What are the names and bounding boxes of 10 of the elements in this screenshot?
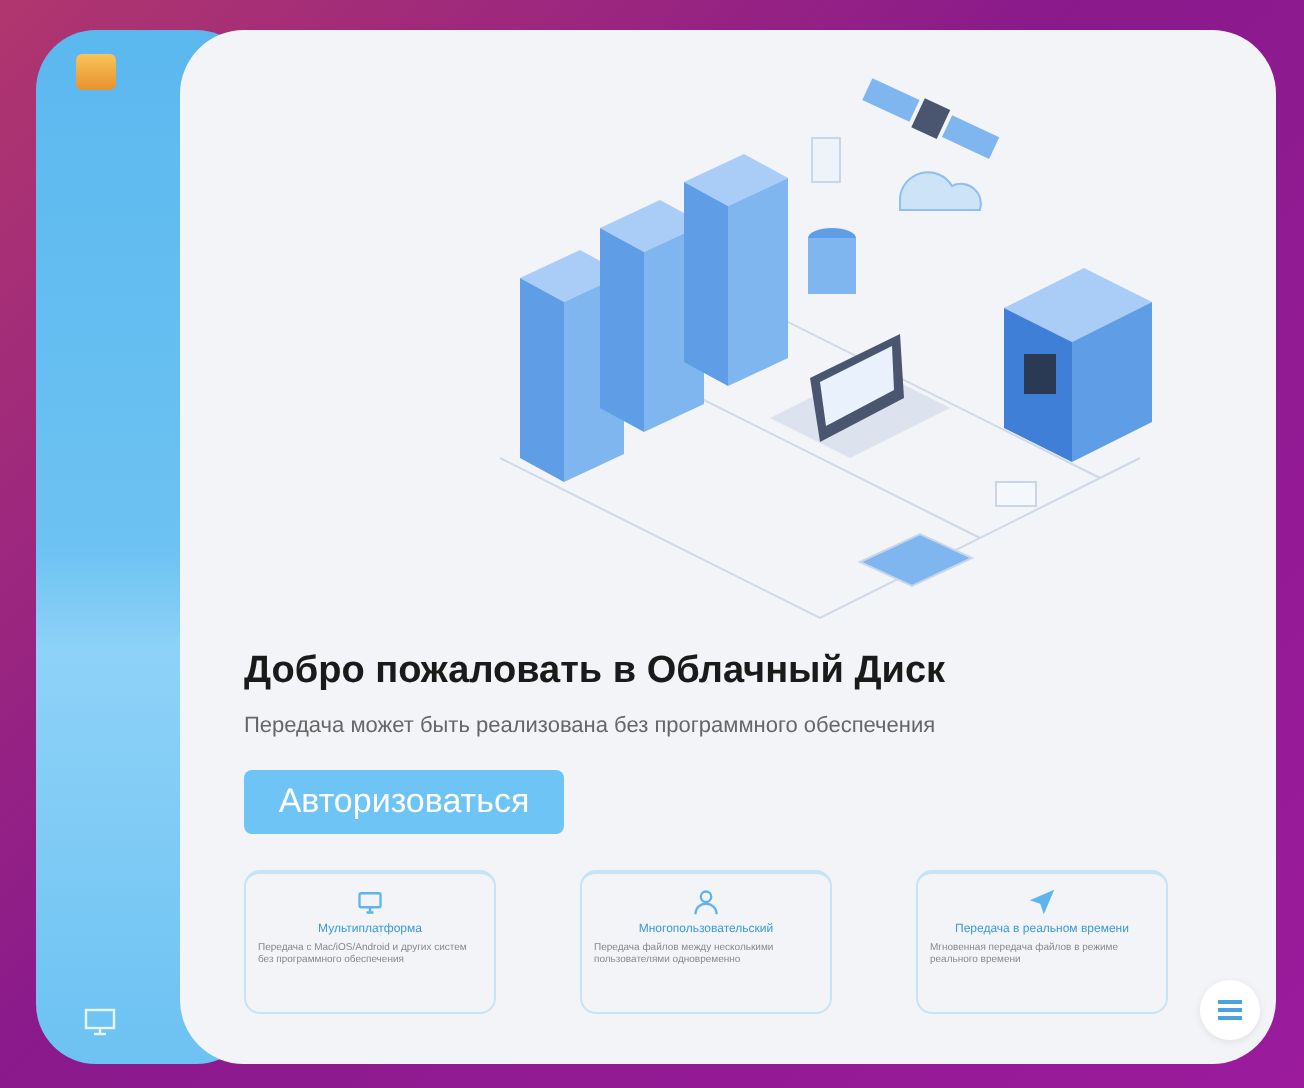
menu-icon xyxy=(1216,998,1244,1022)
user-icon xyxy=(692,888,720,916)
monitor-icon[interactable] xyxy=(84,1008,116,1036)
folder-icon[interactable] xyxy=(76,54,116,90)
devices-icon xyxy=(356,888,384,916)
welcome-heading: Добро пожаловать в Облачный Диск xyxy=(244,650,948,694)
welcome-subtitle: Передача может быть реализована без программного обеспечения xyxy=(244,714,938,738)
login-button[interactable]: Авторизоваться xyxy=(244,770,564,834)
menu-button[interactable] xyxy=(1200,980,1260,1040)
paper-plane-icon xyxy=(1028,888,1056,916)
